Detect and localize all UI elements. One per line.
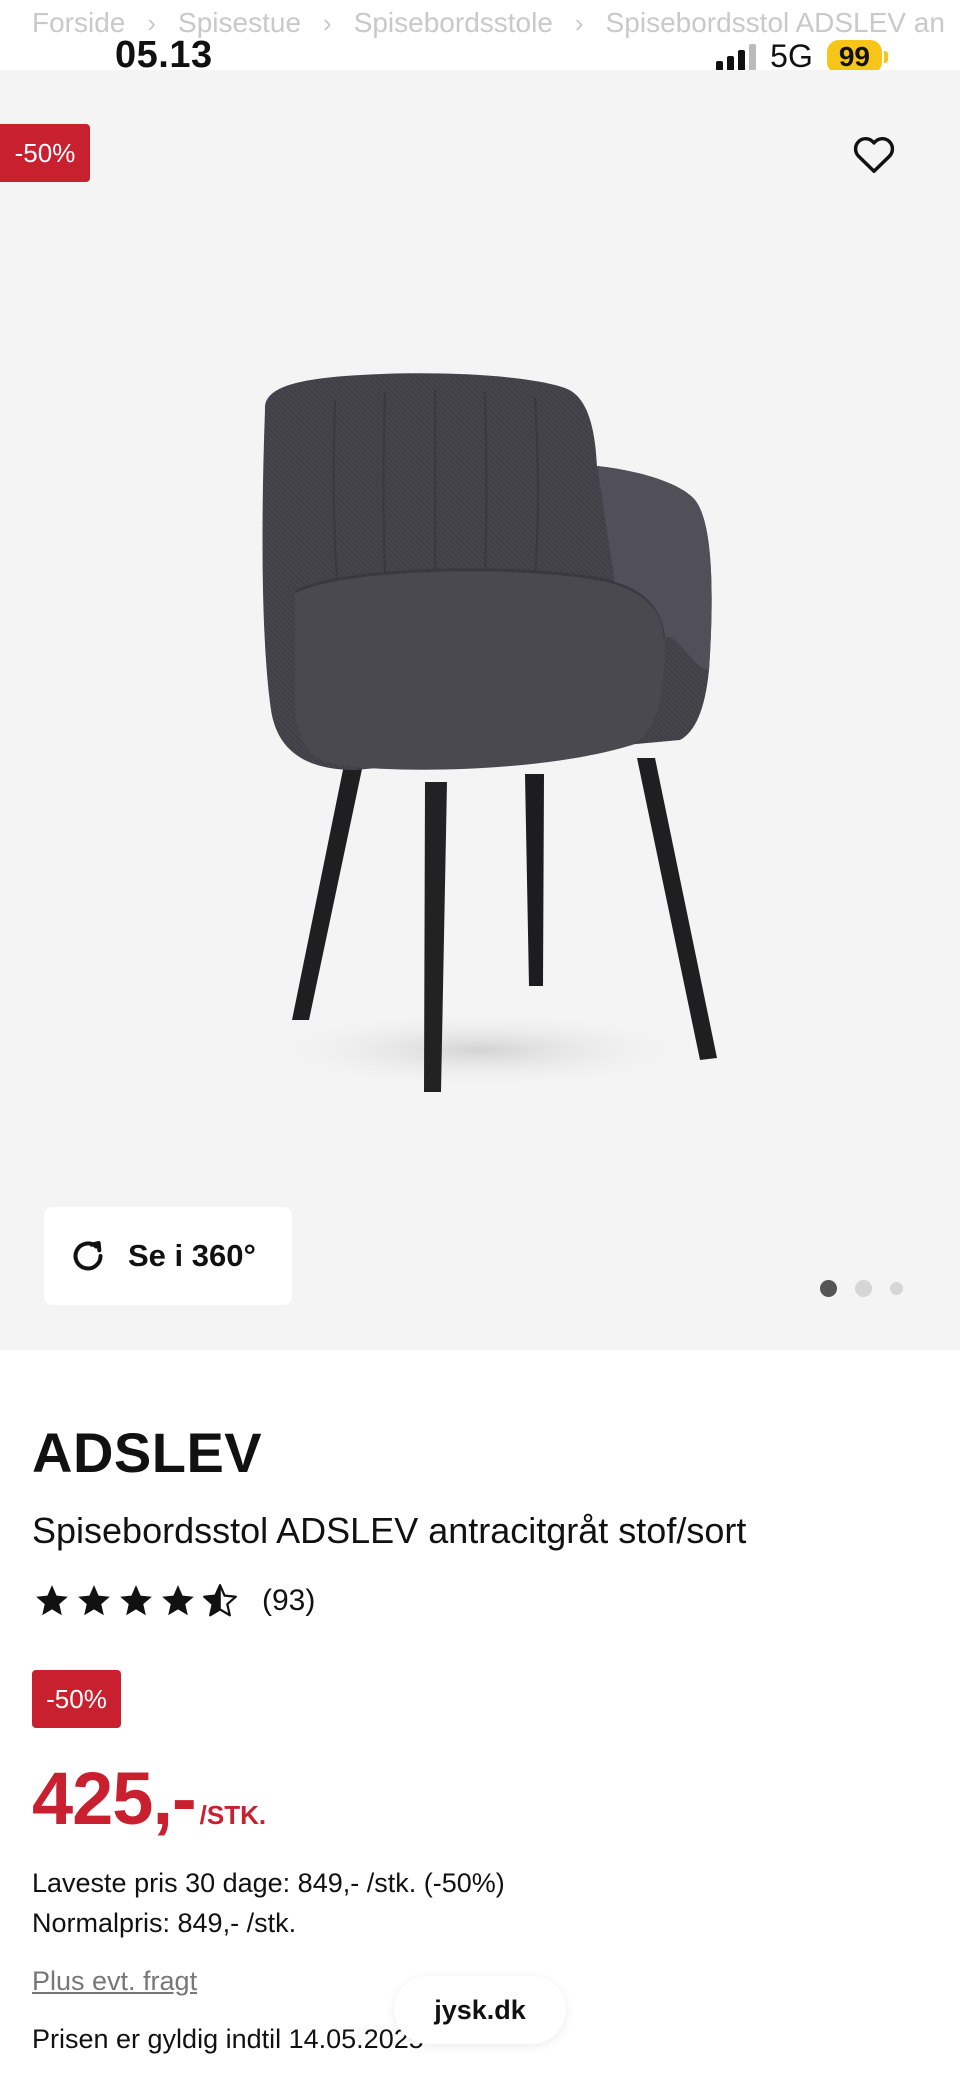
price: 425,- /STK. bbox=[32, 1756, 266, 1841]
signal-icon bbox=[716, 43, 757, 71]
heart-icon[interactable] bbox=[852, 134, 896, 174]
review-count: (93) bbox=[262, 1584, 316, 1617]
shipping-link[interactable]: Plus evt. fragt bbox=[32, 1966, 197, 1997]
gallery-pagination bbox=[820, 1280, 903, 1297]
price-discount-badge: -50% bbox=[32, 1670, 121, 1728]
star-full-icon bbox=[120, 1585, 152, 1616]
price-valid-until: Prisen er gyldig indtil 14.05.2025 bbox=[32, 2024, 424, 2054]
star-full-icon bbox=[36, 1585, 68, 1616]
star-half-icon bbox=[203, 1584, 237, 1617]
star-full-icon bbox=[78, 1585, 110, 1616]
product-title: Spisebordsstol ADSLEV antracitgråt stof/… bbox=[32, 1510, 747, 1551]
browser-address-pill[interactable]: jysk.dk bbox=[394, 1976, 566, 2044]
discount-badge: -50% bbox=[0, 124, 90, 182]
rotate-icon bbox=[73, 1241, 103, 1271]
view-360-button[interactable]: Se i 360° bbox=[44, 1207, 292, 1305]
view-360-label: Se i 360° bbox=[128, 1238, 256, 1273]
top-bar: Forside › Spisestue › Spisebordsstole › … bbox=[0, 0, 960, 76]
current-price: 425,- bbox=[32, 1757, 197, 1840]
battery-level: 99 bbox=[826, 39, 882, 74]
price-unit: /STK. bbox=[199, 1800, 267, 1830]
battery-icon: 99 bbox=[826, 39, 888, 74]
chevron-right-icon: › bbox=[323, 7, 332, 38]
lowest-price-30-days: Laveste pris 30 dage: 849,- /stk. (-50%) bbox=[32, 1868, 505, 1898]
normal-price: Normalpris: 849,- /stk. bbox=[32, 1908, 297, 1938]
star-full-icon bbox=[162, 1585, 194, 1616]
gallery-dot-1[interactable] bbox=[820, 1280, 837, 1297]
product-gallery[interactable]: -50% Se i 360° bbox=[0, 70, 960, 1350]
breadcrumb-item-home[interactable]: Forside bbox=[32, 7, 125, 39]
product-image-chair bbox=[250, 373, 717, 1092]
breadcrumb-item-current: Spisebordsstol ADSLEV an bbox=[605, 7, 945, 38]
gallery-dot-2[interactable] bbox=[855, 1280, 872, 1297]
product-brand: ADSLEV bbox=[32, 1421, 263, 1484]
breadcrumb-item-chairs[interactable]: Spisebordsstole bbox=[354, 7, 553, 39]
gallery-dot-3[interactable] bbox=[890, 1282, 903, 1295]
rating-stars[interactable]: (93) bbox=[32, 1582, 315, 1620]
chevron-right-icon: › bbox=[574, 7, 584, 38]
